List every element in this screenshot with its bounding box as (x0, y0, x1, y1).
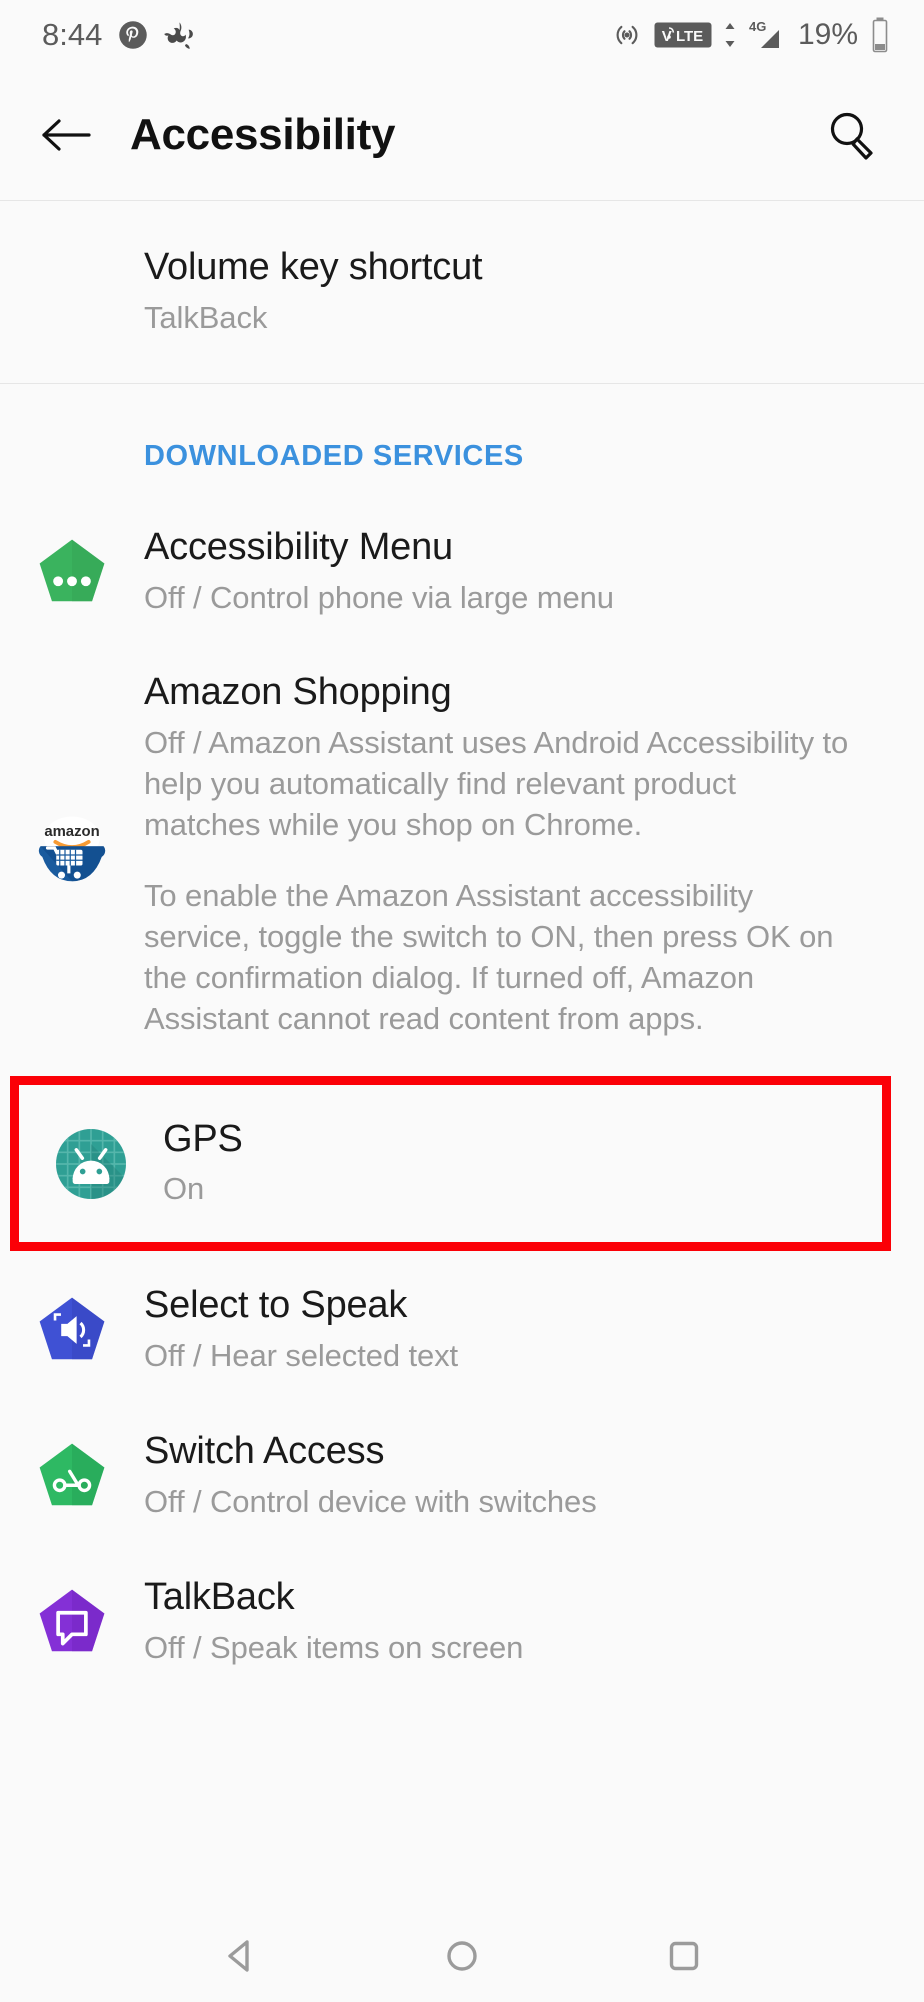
back-arrow-icon (42, 119, 91, 151)
select-to-speak-body: Select to Speak Off / Hear selected text (144, 1283, 884, 1377)
gps-body: GPS On (163, 1117, 842, 1211)
accessibility-menu-icon-slot (0, 535, 144, 609)
status-clock: 8:44 (42, 17, 103, 52)
nav-back-button[interactable] (204, 1920, 276, 1992)
amazon-shopping-subtitle: Off / Amazon Assistant uses Android Acce… (144, 723, 854, 1039)
back-button[interactable] (36, 104, 98, 166)
volume-key-shortcut-subtitle: TalkBack (144, 299, 268, 335)
talkback-body: TalkBack Off / Speak items on screen (144, 1575, 884, 1669)
amazon-shopping-subtitle-p1: Off / Amazon Assistant uses Android Acce… (144, 725, 849, 843)
search-icon (830, 112, 873, 160)
pinterest-icon (118, 20, 148, 50)
talkback-subtitle: Off / Speak items on screen (144, 1629, 524, 1665)
volte-icon: V LTE (654, 20, 712, 50)
switch-access-icon-slot (0, 1439, 144, 1513)
volume-key-shortcut-row[interactable]: Volume key shortcut TalkBack (0, 201, 924, 383)
volume-key-shortcut-title: Volume key shortcut (144, 246, 483, 288)
service-row-accessibility-menu[interactable]: Accessibility Menu Off / Control phone v… (0, 498, 924, 645)
amazon-shopping-icon-slot: amazon (0, 813, 144, 897)
talkback-title: TalkBack (144, 1575, 295, 1618)
green-pentagon-switch-icon (35, 1439, 109, 1513)
amazon-shopping-title: Amazon Shopping (144, 671, 452, 714)
service-row-talkback[interactable]: TalkBack Off / Speak items on screen (0, 1548, 924, 1695)
status-bar: 8:44 V LTE 4G 19% (0, 0, 924, 70)
section-header-downloaded-services: DOWNLOADED SERVICES (0, 383, 924, 499)
service-row-select-to-speak[interactable]: Select to Speak Off / Hear selected text (0, 1257, 924, 1404)
gps-subtitle: On (163, 1171, 205, 1207)
blue-pentagon-speaker-icon (35, 1293, 109, 1367)
status-bar-left: 8:44 (42, 17, 195, 53)
nav-home-button[interactable] (426, 1920, 498, 1992)
page-title: Accessibility (130, 110, 396, 159)
select-to-speak-icon-slot (0, 1293, 144, 1367)
nav-back-triangle-icon (228, 1940, 249, 1972)
switch-access-subtitle: Off / Control device with switches (144, 1483, 597, 1519)
switch-access-body: Switch Access Off / Control device with … (144, 1429, 884, 1523)
svg-text:4G: 4G (749, 19, 766, 34)
amazon-shopping-subtitle-p2: To enable the Amazon Assistant accessibi… (144, 878, 834, 1036)
talkback-icon-slot (0, 1585, 144, 1659)
signal-4g-icon: 4G (724, 18, 782, 52)
gps-highlight-box: GPS On (10, 1075, 891, 1252)
navigation-bar (0, 1910, 924, 2002)
battery-icon (870, 17, 890, 53)
select-to-speak-title: Select to Speak (144, 1284, 408, 1327)
battery-percent-label: 19% (797, 18, 858, 51)
svg-text:amazon: amazon (44, 824, 99, 840)
amazon-cart-icon: amazon (30, 813, 114, 897)
accessibility-menu-subtitle: Off / Control phone via large menu (144, 579, 614, 615)
app-bar: Accessibility (0, 70, 924, 200)
amazon-shopping-body: Amazon Shopping Off / Amazon Assistant u… (144, 670, 884, 1039)
switch-access-title: Switch Access (144, 1430, 385, 1473)
service-row-amazon-shopping[interactable]: amazon Amazon Shopping Off / Amazon Assi… (0, 644, 924, 1066)
purple-pentagon-speech-icon (35, 1585, 109, 1659)
service-row-switch-access[interactable]: Switch Access Off / Control device with … (0, 1403, 924, 1549)
search-button[interactable] (820, 103, 884, 167)
nav-recents-square-icon (669, 1941, 699, 1971)
green-pentagon-dots-icon (35, 535, 109, 609)
android-robot-teal-icon (51, 1124, 131, 1204)
accessibility-settings-screen: 8:44 V LTE 4G 19% Accessibility Volume k… (0, 0, 924, 2002)
gps-title: GPS (163, 1117, 243, 1160)
select-to-speak-subtitle: Off / Hear selected text (144, 1338, 459, 1374)
accessibility-menu-body: Accessibility Menu Off / Control phone v… (144, 525, 884, 619)
status-bar-right: V LTE 4G 19% (612, 17, 890, 53)
gps-icon-slot (19, 1124, 163, 1204)
nav-home-circle-icon (447, 1941, 477, 1971)
hotspot-icon (612, 20, 642, 50)
service-row-gps[interactable]: GPS On (19, 1084, 882, 1243)
gps-highlight-wrapper: GPS On (0, 1075, 924, 1252)
nav-recents-button[interactable] (648, 1920, 720, 1992)
app-icon (164, 20, 195, 51)
accessibility-menu-title: Accessibility Menu (144, 525, 453, 568)
